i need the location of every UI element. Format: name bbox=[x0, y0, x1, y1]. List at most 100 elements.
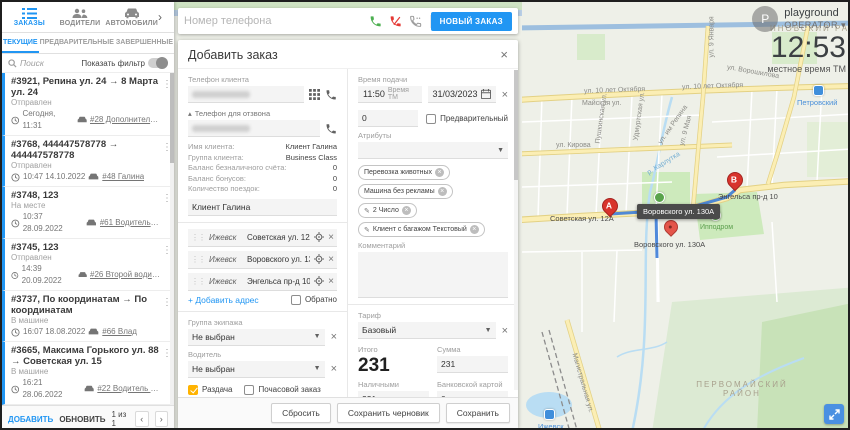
user-info[interactable]: playground OPERATOR ▾ bbox=[784, 7, 846, 31]
drag-handle-icon[interactable]: ⋮⋮ bbox=[191, 277, 205, 286]
map-detail: ул. 10 лет Октября ул. 10 лет Октября Ма… bbox=[522, 2, 850, 430]
page-next-button[interactable]: › bbox=[155, 411, 168, 427]
clear-crew-group-icon[interactable]: × bbox=[331, 331, 337, 343]
add-address-link[interactable]: + Добавить адрес bbox=[188, 295, 259, 305]
driver-link[interactable]: #48 Галина bbox=[102, 171, 144, 183]
subtab-preliminary[interactable]: ПРЕДВАРИТЕЛЬНЫЕ bbox=[39, 33, 115, 53]
add-order-button[interactable]: ДОБАВИТЬ bbox=[8, 415, 53, 424]
close-icon[interactable]: × bbox=[500, 50, 508, 60]
local-time-caption: местное время ТМ bbox=[752, 64, 846, 74]
map-expand-button[interactable] bbox=[824, 404, 844, 424]
address-row[interactable]: ⋮⋮ Ижевск Энгельса пр-д 10 × bbox=[188, 273, 337, 291]
offset-input[interactable]: 0 bbox=[358, 110, 418, 127]
clear-tariff-icon[interactable]: × bbox=[502, 325, 508, 337]
driver-link[interactable]: #26 Второй водитель 3… bbox=[90, 269, 162, 281]
clear-date-icon[interactable]: × bbox=[502, 89, 508, 101]
form-scrollbar[interactable] bbox=[514, 70, 518, 390]
reset-button[interactable]: Сбросить bbox=[271, 403, 331, 423]
order-item[interactable]: #3768, 444447578778 → 444447578778 Отпра… bbox=[2, 136, 174, 187]
cash-label: Наличными bbox=[358, 380, 429, 389]
chip-remove-icon[interactable]: × bbox=[470, 225, 479, 234]
dialpad-icon[interactable] bbox=[309, 89, 320, 100]
search-input[interactable]: Поиск bbox=[8, 58, 78, 68]
redacted-phone bbox=[192, 125, 250, 132]
chip-remove-icon[interactable]: × bbox=[402, 206, 411, 215]
comment-textarea[interactable] bbox=[358, 252, 508, 298]
call-icon[interactable] bbox=[369, 15, 382, 28]
tariff-select[interactable]: Базовый▼ bbox=[358, 322, 496, 339]
order-item[interactable]: #3737, По координатам → По координатам В… bbox=[2, 291, 174, 342]
order-item[interactable]: #3665, Максима Горького ул. 88 → Советск… bbox=[2, 342, 174, 405]
driver-select[interactable]: Не выбран▼ bbox=[188, 361, 325, 378]
address-row[interactable]: ⋮⋮ Ижевск Воровского ул. 130А × bbox=[188, 251, 337, 269]
drag-handle-icon[interactable]: ⋮⋮ bbox=[191, 233, 205, 242]
driver-link[interactable]: #61 Водитель101 bbox=[100, 217, 162, 229]
tab-vehicles[interactable]: АВТОМОБИЛИ bbox=[105, 6, 158, 32]
crosshair-icon[interactable] bbox=[314, 276, 324, 286]
nav-more-chevron[interactable]: › bbox=[158, 10, 172, 28]
remove-address-icon[interactable]: × bbox=[328, 276, 334, 287]
station-poi-icon[interactable] bbox=[544, 409, 555, 420]
sidebar-nav-tabs: ЗАКАЗЫ ВОДИТЕЛИ АВТОМОБИЛИ › bbox=[2, 2, 174, 33]
crosshair-icon[interactable] bbox=[314, 232, 324, 242]
tab-orders[interactable]: ЗАКАЗЫ bbox=[4, 6, 55, 32]
sum-label: Сумма bbox=[437, 345, 508, 354]
save-draft-button[interactable]: Сохранить черновик bbox=[337, 403, 440, 423]
address-row[interactable]: ⋮⋮ Ижевск Советская ул. 12А × bbox=[188, 229, 337, 247]
chip-remove-icon[interactable]: × bbox=[438, 187, 447, 196]
attribute-chip[interactable]: Машина без рекламы× bbox=[358, 184, 453, 199]
sum-input[interactable]: 231 bbox=[437, 356, 508, 373]
tab-drivers[interactable]: ВОДИТЕЛИ bbox=[55, 6, 106, 32]
call-end-icon[interactable] bbox=[389, 15, 402, 28]
clear-driver-icon[interactable]: × bbox=[331, 363, 337, 375]
phone-icon[interactable] bbox=[325, 123, 337, 135]
distribution-checkbox[interactable]: Раздача bbox=[188, 385, 232, 395]
calendar-icon[interactable] bbox=[481, 89, 491, 99]
checkbox-checked bbox=[188, 385, 198, 395]
phone-number-input[interactable] bbox=[184, 15, 369, 27]
remove-address-icon[interactable]: × bbox=[328, 232, 334, 243]
avatar[interactable]: P bbox=[752, 6, 778, 32]
chevron-down-icon: ▼ bbox=[497, 147, 504, 154]
attribute-chip[interactable]: Перевозка животных× bbox=[358, 165, 450, 180]
refresh-button[interactable]: ОБНОВИТЬ bbox=[59, 415, 105, 424]
order-list-scrollbar[interactable] bbox=[170, 73, 174, 405]
hourly-order-checkbox[interactable]: Почасовой заказ bbox=[244, 385, 320, 395]
crosshair-icon[interactable] bbox=[314, 254, 324, 264]
order-item[interactable]: #3745, 123 Отправлен 14:39 20.09.2022#26… bbox=[2, 239, 174, 291]
driver-link[interactable]: #22 Водитель 1 ГЗ bbox=[97, 383, 162, 395]
mall-poi-icon[interactable] bbox=[813, 85, 824, 96]
callback-phone-input[interactable] bbox=[188, 120, 320, 137]
stadium-poi-icon[interactable] bbox=[654, 192, 665, 203]
attribute-chip[interactable]: ✎Клиент с багажом Текстовый× bbox=[358, 222, 485, 237]
order-item[interactable]: #3748, 123 На месте 10:37 28.09.2022#61 … bbox=[2, 187, 174, 239]
client-phone-input[interactable] bbox=[188, 86, 304, 103]
attributes-select[interactable]: ▼ bbox=[358, 142, 508, 159]
remove-address-icon[interactable]: × bbox=[328, 254, 334, 265]
driver-link[interactable]: #28 Дополнительный вод… bbox=[90, 114, 162, 126]
attribute-chip[interactable]: ✎2 Число× bbox=[358, 203, 417, 218]
page-prev-button[interactable]: ‹ bbox=[135, 411, 148, 427]
driver-link[interactable]: #66 Влад bbox=[102, 326, 137, 338]
chevron-down-icon: ▾ bbox=[841, 20, 846, 30]
clock-overlay: P playground OPERATOR ▾ 12:53 местное вр… bbox=[752, 6, 846, 74]
subtab-completed[interactable]: ЗАВЕРШЕННЫЕ bbox=[115, 33, 174, 53]
order-item[interactable]: #3921, Репина ул. 24 → 8 Марта ул. 24 От… bbox=[2, 73, 174, 136]
chip-remove-icon[interactable]: × bbox=[435, 168, 444, 177]
subtab-current[interactable]: ТЕКУЩИЕ bbox=[2, 33, 39, 53]
new-order-button[interactable]: НОВЫЙ ЗАКАЗ bbox=[431, 12, 512, 31]
callback-icon[interactable] bbox=[409, 15, 422, 28]
callback-phone-section-toggle[interactable]: ▴ Телефон для отзвона bbox=[188, 109, 337, 118]
drag-handle-icon[interactable]: ⋮⋮ bbox=[191, 255, 205, 264]
phone-icon[interactable] bbox=[325, 89, 337, 101]
filter-toggle[interactable] bbox=[148, 58, 168, 68]
pickup-time-input[interactable]: 11:50 Время ТМ bbox=[358, 86, 422, 103]
pickup-date-input[interactable]: 31/03/2023 bbox=[428, 86, 496, 103]
return-checkbox[interactable]: Обратно bbox=[291, 295, 337, 305]
crew-group-select[interactable]: Не выбран▼ bbox=[188, 329, 325, 346]
user-name: playground bbox=[784, 7, 846, 19]
preliminary-checkbox[interactable]: Предварительный bbox=[426, 114, 508, 124]
save-button[interactable]: Сохранить bbox=[446, 403, 510, 423]
client-name-input[interactable]: Клиент Галина bbox=[188, 199, 337, 216]
client-phone-label: Телефон клиента bbox=[188, 75, 337, 84]
